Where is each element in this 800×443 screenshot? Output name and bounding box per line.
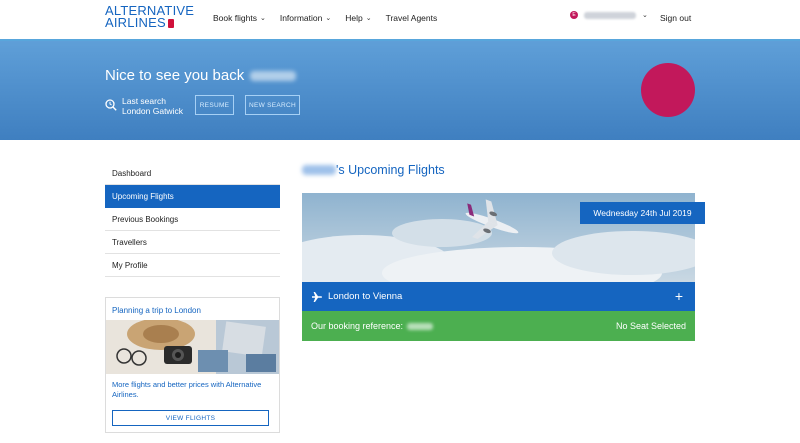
- brand-logo-line2: AIRLINES: [105, 15, 166, 30]
- booking-reference-bar: Our booking reference: No Seat Selected: [302, 311, 695, 341]
- booking-reference-redacted: [407, 322, 434, 330]
- sidebar-item-travellers[interactable]: Travellers: [105, 231, 280, 254]
- brand-logo[interactable]: ALTERNATIVE AIRLINES: [105, 4, 194, 30]
- sidebar-item-my-profile[interactable]: My Profile: [105, 254, 280, 277]
- promo-text[interactable]: More flights and better prices with Alte…: [112, 380, 277, 400]
- main-nav: Book flights ⌄ Information ⌄ Help ⌄ Trav…: [213, 13, 437, 23]
- travel-flatlay-image: [106, 320, 279, 374]
- account-sidebar-nav: Dashboard Upcoming Flights Previous Book…: [105, 162, 280, 277]
- luggage-tag-icon: [167, 19, 174, 28]
- sidebar-item-upcoming-flights[interactable]: Upcoming Flights: [105, 185, 280, 208]
- new-search-button[interactable]: NEW SEARCH: [245, 95, 300, 115]
- welcome-hero: Nice to see you back Last search London …: [0, 41, 800, 140]
- london-promo-card: Planning a trip to London More flights a…: [105, 297, 280, 433]
- view-flights-button[interactable]: VIEW FLIGHTS: [112, 410, 269, 426]
- user-name-redacted: [250, 70, 297, 81]
- flight-route: London to Vienna: [328, 291, 403, 302]
- account-name-redacted: [584, 11, 636, 19]
- upcoming-flight-card: Wednesday 24th Jul 2019 London to Vienna…: [302, 193, 705, 341]
- sign-out-link[interactable]: Sign out: [660, 13, 691, 23]
- expand-plus-icon[interactable]: +: [675, 288, 683, 304]
- account-menu[interactable]: E ⌄: [570, 11, 648, 19]
- greeting-text: Nice to see you back: [105, 67, 245, 84]
- account-avatar-icon: E: [570, 11, 578, 19]
- nav-help[interactable]: Help ⌄: [345, 13, 371, 23]
- nav-travel-agents[interactable]: Travel Agents: [386, 13, 438, 23]
- last-search-value: London Gatwick: [122, 106, 183, 116]
- chevron-down-icon: ⌄: [325, 15, 332, 22]
- nav-travel-agents-label: Travel Agents: [385, 13, 438, 23]
- nav-information[interactable]: Information ⌄: [280, 13, 331, 23]
- user-name-redacted: [302, 165, 336, 175]
- chevron-down-icon: ⌄: [259, 15, 266, 22]
- page-title: 's Upcoming Flights: [302, 163, 445, 177]
- nav-book-flights-label: Book flights: [213, 13, 257, 23]
- last-search-label: Last search: [122, 96, 166, 106]
- seat-status: No Seat Selected: [615, 321, 686, 331]
- sidebar-item-dashboard[interactable]: Dashboard: [105, 162, 280, 185]
- profile-avatar: [641, 63, 695, 117]
- search-history-icon: [105, 99, 117, 111]
- flight-route-bar[interactable]: London to Vienna +: [302, 282, 695, 311]
- sidebar-item-previous-bookings[interactable]: Previous Bookings: [105, 208, 280, 231]
- booking-reference-label: Our booking reference:: [311, 321, 404, 331]
- nav-book-flights[interactable]: Book flights ⌄: [213, 13, 266, 23]
- nav-help-label: Help: [345, 13, 363, 23]
- chevron-down-icon: ⌄: [365, 15, 372, 22]
- page-title-text: 's Upcoming Flights: [336, 163, 445, 177]
- promo-title[interactable]: Planning a trip to London: [112, 306, 201, 315]
- nav-information-label: Information: [279, 13, 323, 23]
- airplane-icon: [312, 291, 322, 302]
- top-navigation-bar: ALTERNATIVE AIRLINES Book flights ⌄ Info…: [0, 0, 800, 41]
- last-search: Last search London Gatwick: [105, 96, 183, 116]
- chevron-down-icon: ⌄: [642, 12, 648, 19]
- flight-date-badge: Wednesday 24th Jul 2019: [580, 202, 705, 224]
- resume-button[interactable]: RESUME: [195, 95, 234, 115]
- greeting: Nice to see you back: [105, 67, 297, 84]
